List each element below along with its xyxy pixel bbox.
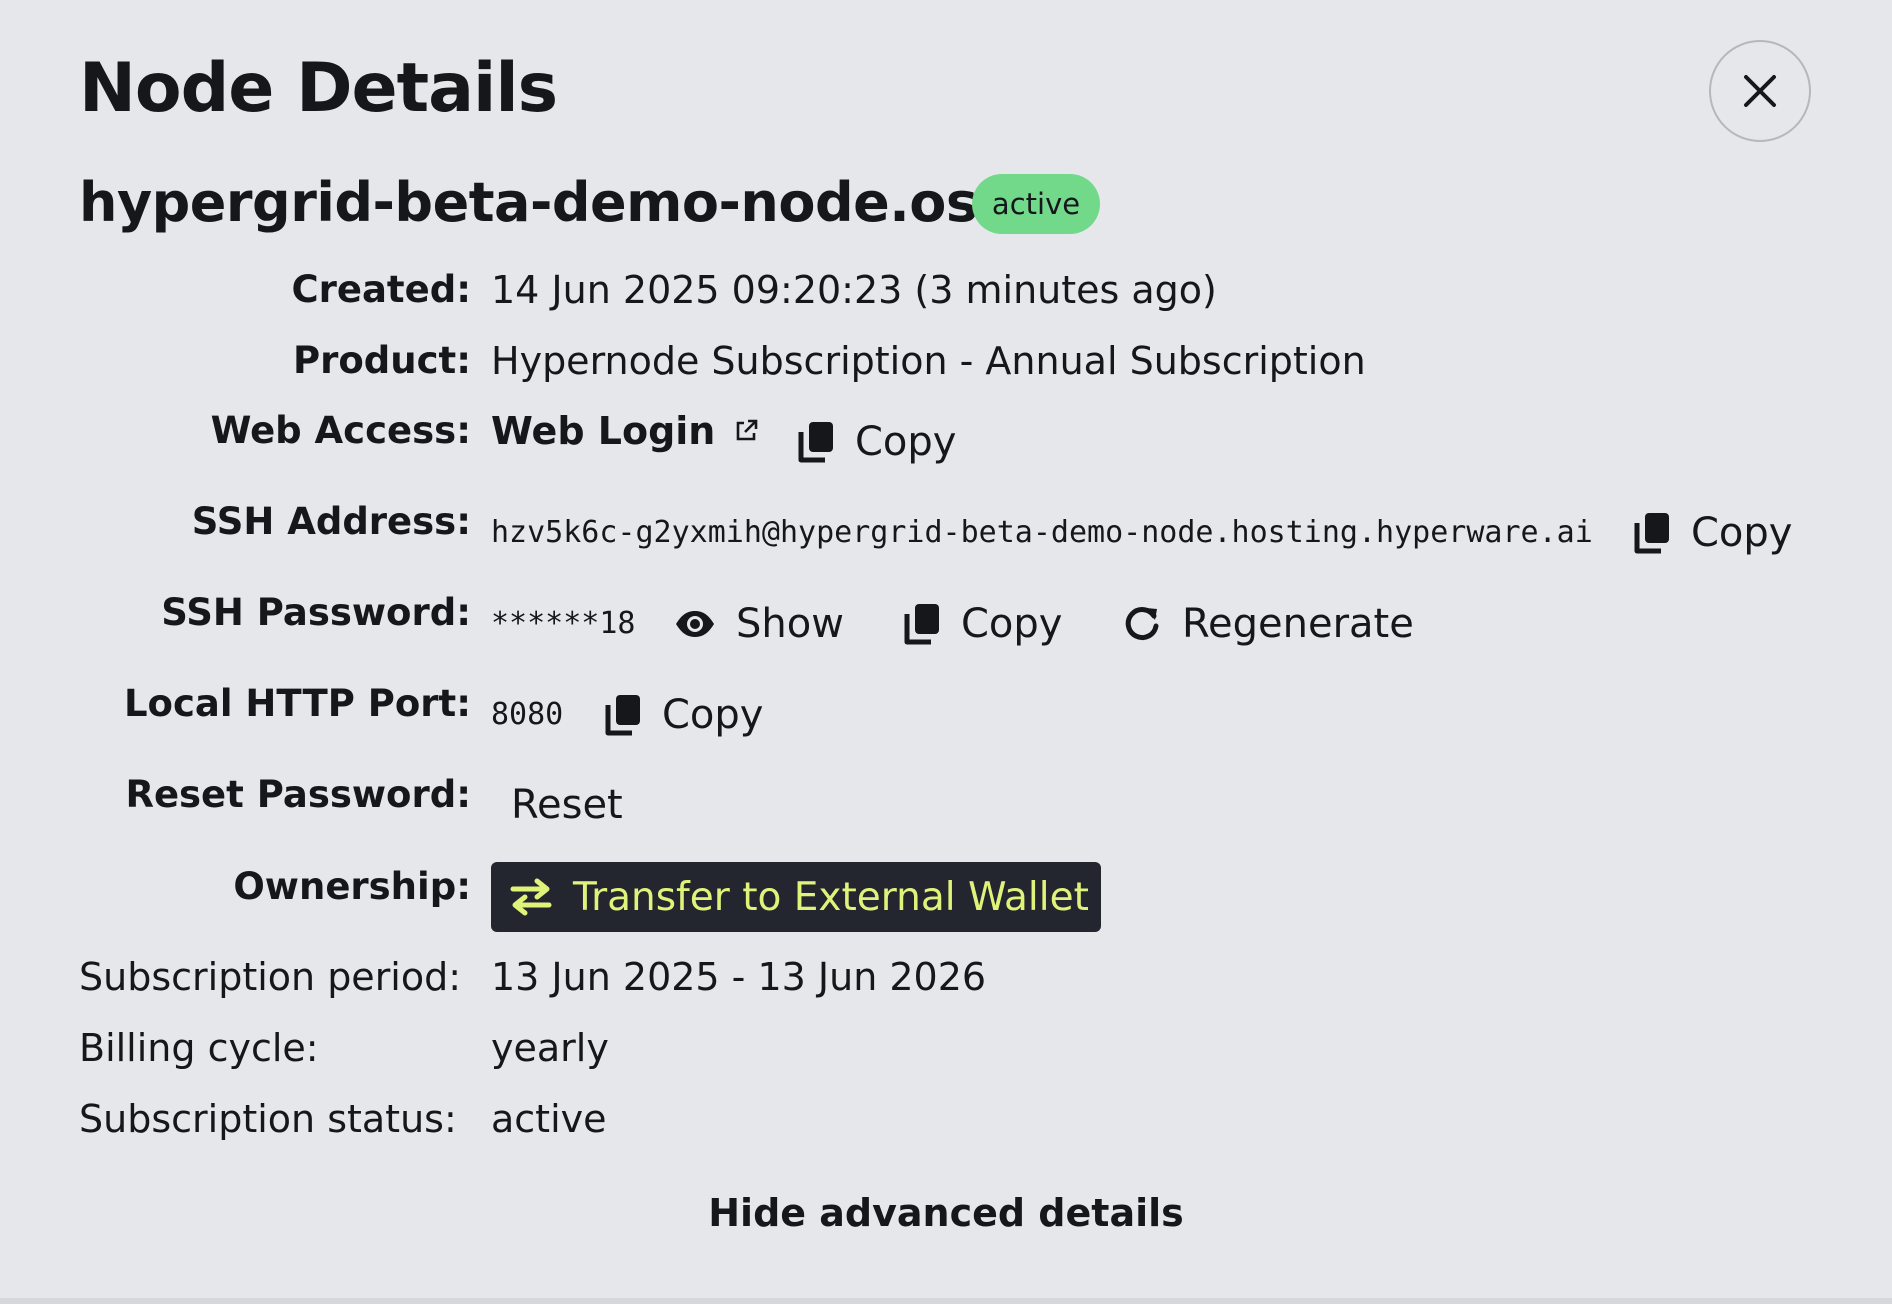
node-details-panel: Node Details hypergrid-beta-demo-node.os… <box>0 0 1892 1304</box>
web-login-text: Web Login <box>491 409 716 453</box>
copy-icon <box>904 604 939 645</box>
eye-icon <box>676 611 714 637</box>
billing-cycle-label: Billing cycle: <box>79 1026 319 1070</box>
reset-password-label: Reset Password: <box>125 773 471 816</box>
copy-web-access-button[interactable]: Copy <box>797 417 956 467</box>
status-badge: active <box>972 174 1100 234</box>
reset-password-button[interactable]: Reset <box>511 780 623 830</box>
copy-port-button[interactable]: Copy <box>604 690 763 740</box>
node-name: hypergrid-beta-demo-node.os <box>79 171 978 234</box>
ssh-password-label: SSH Password: <box>161 591 471 634</box>
subscription-period-label: Subscription period: <box>79 955 462 999</box>
copy-icon <box>798 422 833 463</box>
copy-icon <box>605 695 640 736</box>
swap-arrows-icon <box>510 878 552 916</box>
subscription-status-label: Subscription status: <box>79 1097 457 1141</box>
created-label: Created: <box>291 268 471 311</box>
regenerate-label: Regenerate <box>1182 601 1414 647</box>
local-http-port-label: Local HTTP Port: <box>123 682 471 725</box>
copy-ssh-address-button[interactable]: Copy <box>1633 508 1792 558</box>
web-access-label: Web Access: <box>210 409 471 452</box>
show-label: Show <box>736 601 844 647</box>
subscription-status-value: active <box>491 1097 607 1141</box>
copy-label: Copy <box>1691 510 1793 556</box>
transfer-wallet-button[interactable]: Transfer to External Wallet <box>491 862 1101 932</box>
product-label: Product: <box>292 339 471 382</box>
ssh-password-value: ******18 <box>491 606 636 641</box>
copy-label: Copy <box>855 419 957 465</box>
ssh-address-label: SSH Address: <box>191 500 471 543</box>
close-button[interactable] <box>1709 40 1811 142</box>
ownership-label: Ownership: <box>233 865 471 908</box>
refresh-icon <box>1125 607 1159 641</box>
copy-icon <box>1634 513 1669 554</box>
close-icon <box>1744 75 1776 107</box>
panel-bottom-edge <box>0 1298 1892 1304</box>
local-http-port-value: 8080 <box>491 697 564 732</box>
billing-cycle-value: yearly <box>491 1026 609 1070</box>
show-password-button[interactable]: Show <box>674 599 844 649</box>
external-link-icon <box>737 419 758 441</box>
page-title: Node Details <box>79 49 558 128</box>
transfer-label: Transfer to External Wallet <box>573 874 1089 920</box>
web-login-link[interactable]: Web Login <box>491 408 759 454</box>
hide-advanced-details-link[interactable]: Hide advanced details <box>0 1188 1892 1238</box>
created-value: 14 Jun 2025 09:20:23 (3 minutes ago) <box>491 268 1217 312</box>
product-value: Hypernode Subscription - Annual Subscrip… <box>491 339 1366 383</box>
copy-label: Copy <box>662 692 764 738</box>
ssh-address-value: hzv5k6c-g2yxmih@hypergrid-beta-demo-node… <box>491 515 1593 550</box>
copy-label: Copy <box>961 601 1063 647</box>
copy-password-button[interactable]: Copy <box>903 599 1062 649</box>
subscription-period-value: 13 Jun 2025 - 13 Jun 2026 <box>491 955 987 999</box>
regenerate-password-button[interactable]: Regenerate <box>1122 599 1414 649</box>
